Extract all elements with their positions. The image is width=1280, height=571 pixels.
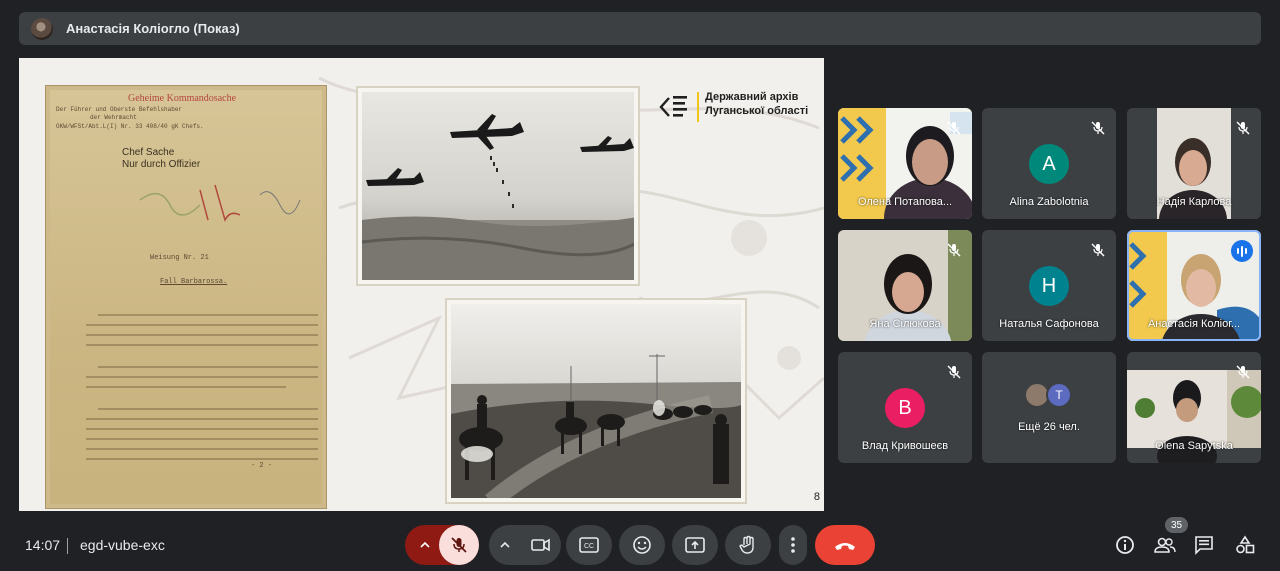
shared-slide: Geheime Kommandosache Der Führer und Obe… [19,58,824,511]
mic-off-icon [946,120,962,136]
hand-icon [739,535,754,554]
present-button[interactable] [672,525,718,565]
participant-tile[interactable]: A Alina Zabolotnia [982,108,1116,219]
participant-tile[interactable]: Olena Sapytska [1127,352,1261,463]
meet-window: Анастасія Коліогло (Показ) Geheime Komma… [0,0,1280,571]
people-icon [1154,537,1176,553]
participant-avatar: A [1029,144,1069,184]
doc-header-line: Der Führer und Oberste Befehlshaber [56,106,183,113]
participant-avatar: Н [1029,266,1069,306]
activities-shapes-icon [1236,535,1255,554]
archive-logo: Державний архів Луганської області [659,90,808,124]
more-participants-label: Ещё 26 чел. [1018,421,1080,433]
doc-header-line: der Wehrmacht [90,114,137,121]
participant-name: Надія Карлова [1156,196,1232,208]
raise-hand-button[interactable] [725,525,771,565]
participant-name: Влад Кривошеєв [861,440,949,452]
speaking-indicator-icon [1231,240,1253,262]
doc-chef-line1: Chef Sache [122,147,175,158]
archive-document: Geheime Kommandosache Der Führer und Obe… [45,85,327,509]
doc-page: - 2 - [250,462,272,470]
mic-options-chevron-icon[interactable] [413,525,437,565]
activities-button[interactable] [1233,533,1257,557]
participant-tile[interactable]: Надія Карлова [1127,108,1261,219]
info-icon [1116,536,1134,554]
participant-name: Наталья Сафонова [999,318,1099,330]
participant-tile[interactable]: Яна Сілюкова [838,230,972,341]
meeting-code[interactable]: egd-vube-exc [80,537,165,553]
captions-button[interactable]: CC [566,525,612,565]
participant-name: Анастасія Коліог... [1147,318,1241,330]
mic-off-icon [946,364,962,380]
mic-off-icon [451,537,467,553]
doc-fall: Fall Barbarossa. [160,278,228,286]
svg-text:CC: CC [584,543,594,550]
emoji-icon [633,536,651,554]
mic-off-icon [1235,364,1251,380]
meeting-info-button[interactable] [1113,533,1137,557]
reactions-button[interactable] [619,525,665,565]
doc-chef-sache: Chef Sache Nur durch Offizier [122,147,200,171]
camera-toggle-button[interactable] [521,525,561,565]
presenter-bar: Анастасія Коліогло (Показ) [19,12,1261,45]
doc-chef-line2: Nur durch Offizier [122,159,201,170]
presenter-name: Анастасія Коліогло (Показ) [66,21,240,36]
participant-avatar: В [885,388,925,428]
participant-name: Olena Sapytska [1155,440,1233,452]
doc-header-line: OKW/WFSt/Abt.L(I) Nr. 33 408/40 gK Chefs… [56,123,204,130]
people-button[interactable] [1153,533,1177,557]
video-camera-icon [531,538,550,552]
doc-weisung: Weisung Nr. 21 [150,254,209,262]
participant-tile-speaking[interactable]: Анастасія Коліог... [1127,230,1261,341]
more-options-button[interactable] [779,525,807,565]
doc-handwriting [139,184,301,223]
hang-up-icon [835,543,855,550]
cavalry-photo [445,298,747,504]
logo-line1: Державний архів [705,91,799,103]
mic-off-icon [1235,120,1251,136]
meeting-time: 14:07 [25,537,61,553]
more-vert-icon [791,537,795,553]
doc-stamp: Geheime Kommandosache [128,93,237,104]
slide-page-number: 8 [813,491,820,503]
participant-tile[interactable]: Олена Потапова... [838,108,972,219]
participant-avatar: T [1046,382,1072,408]
mic-off-icon [1090,242,1106,258]
presenter-avatar [31,17,53,40]
closed-captions-icon: CC [579,537,599,553]
mic-toggle-button[interactable] [439,525,479,565]
chat-button[interactable] [1192,533,1216,557]
camera-options-chevron-icon[interactable] [495,525,515,565]
chat-icon [1195,536,1213,555]
bombers-photo [356,86,640,286]
mic-off-icon [1090,120,1106,136]
participant-name: Alina Zabolotnia [1009,196,1089,208]
people-count-badge: 35 [1165,517,1188,533]
toolbar-divider [67,538,68,554]
end-call-button[interactable] [815,525,875,565]
participant-name: Олена Потапова... [857,196,953,208]
bottom-toolbar: 14:07 egd-vube-exc CC 35 [0,517,1280,571]
logo-line2: Луганської області [705,105,809,117]
more-participants-tile[interactable]: T Ещё 26 чел. [982,352,1116,463]
participant-name: Яна Сілюкова [869,318,941,330]
participant-tile[interactable]: В Влад Кривошеєв [838,352,972,463]
present-screen-icon [685,537,705,553]
participant-tile[interactable]: Н Наталья Сафонова [982,230,1116,341]
mic-off-icon [946,242,962,258]
archive-logo-icon [659,90,693,124]
